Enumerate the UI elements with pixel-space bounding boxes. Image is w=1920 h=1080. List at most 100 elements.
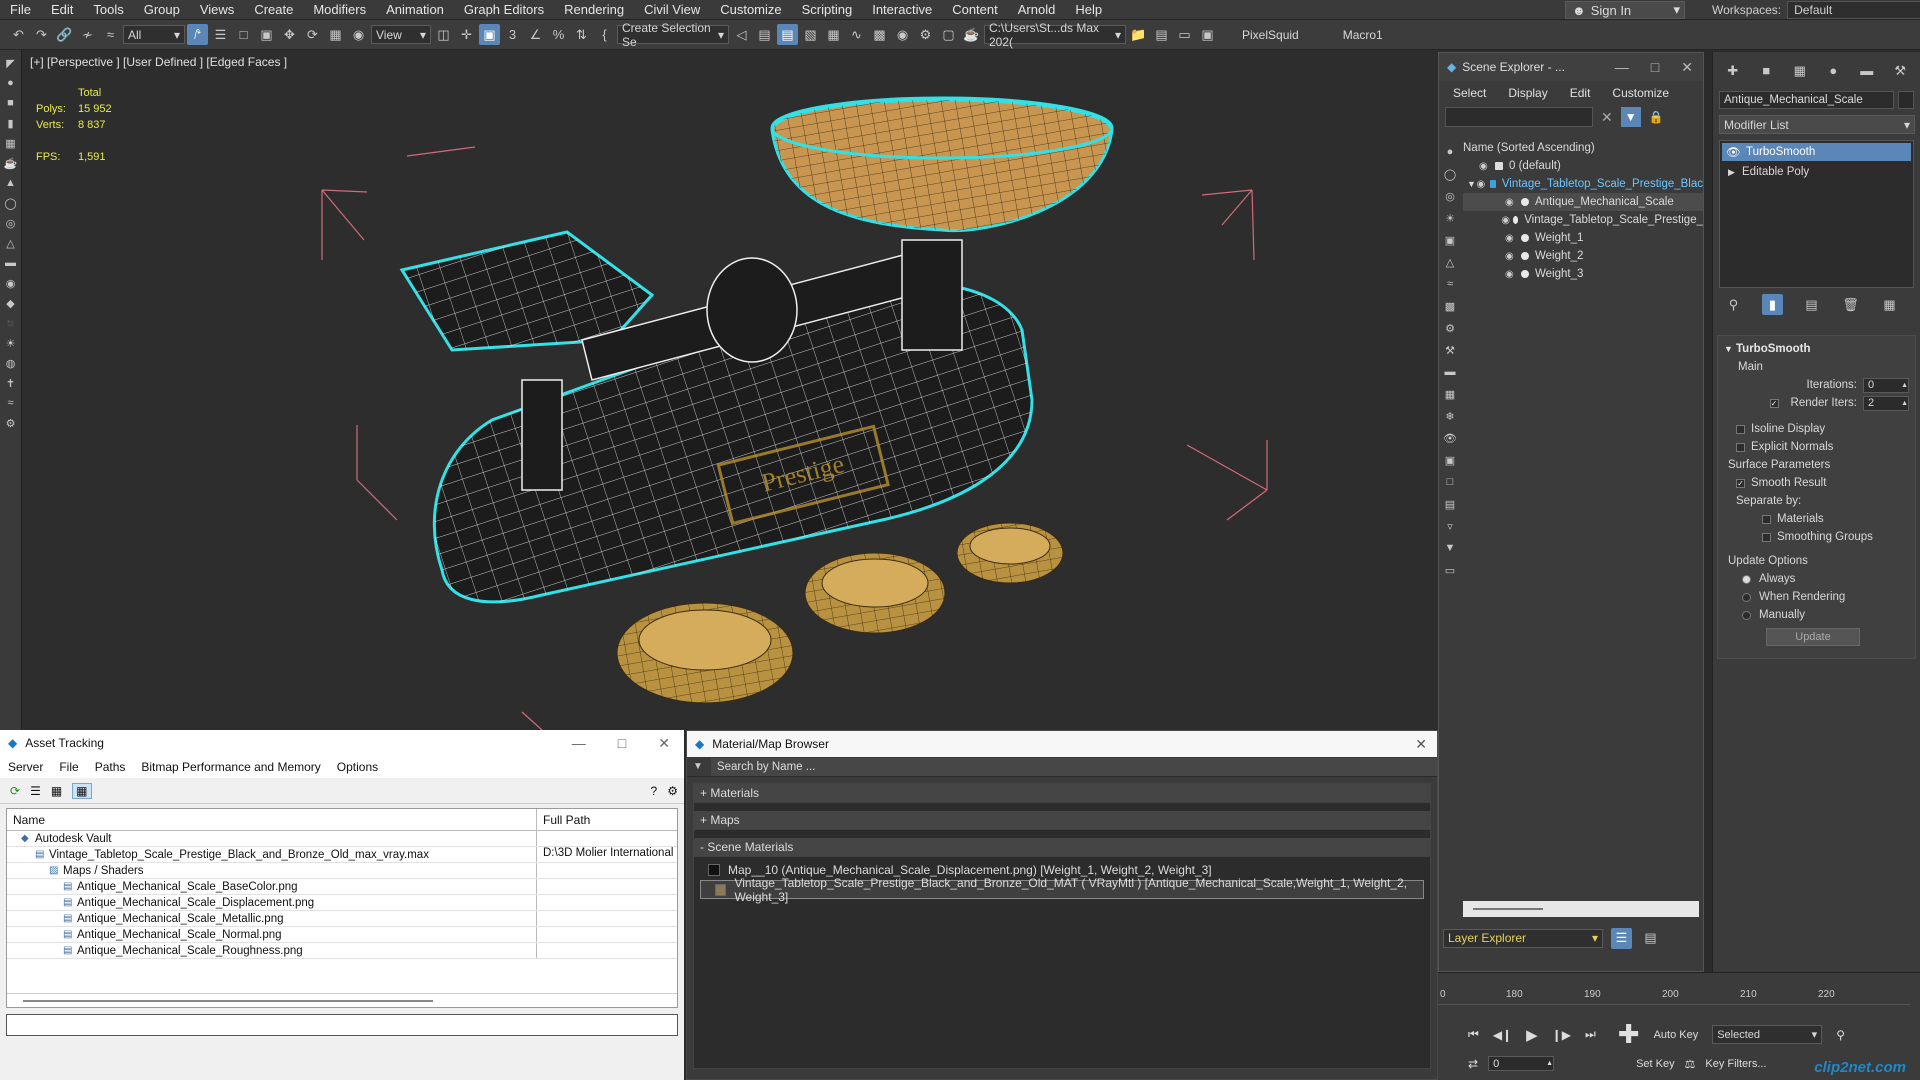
viewport-label[interactable]: [+] [Perspective ] [User Defined ] [Edge… bbox=[30, 55, 287, 69]
lock-icon[interactable]: 🔒 bbox=[1649, 110, 1664, 124]
menu-rendering[interactable]: Rendering bbox=[554, 2, 634, 17]
close-icon[interactable]: ✕ bbox=[1681, 59, 1693, 76]
display-tab-icon[interactable]: ▬ bbox=[1857, 60, 1877, 81]
scene-item[interactable]: ◉ 0 (default) bbox=[1463, 157, 1703, 175]
group-scene-materials[interactable]: - Scene Materials bbox=[694, 838, 1430, 857]
eye-icon[interactable]: ◉ bbox=[1479, 161, 1493, 172]
next-frame-icon[interactable]: ❙▶ bbox=[1552, 1028, 1571, 1042]
angle-snap-icon[interactable]: ∠ bbox=[525, 24, 546, 45]
menu-modifiers[interactable]: Modifiers bbox=[303, 2, 376, 17]
scale-icon[interactable]: ▦ bbox=[325, 24, 346, 45]
remove-modifier-icon[interactable]: 🗑 bbox=[1840, 294, 1861, 315]
auto-key-button[interactable]: Auto Key bbox=[1654, 1029, 1699, 1041]
menu-help[interactable]: Help bbox=[1065, 2, 1112, 17]
named-selection-sets-dropdown[interactable]: Create Selection Se ▾ bbox=[617, 21, 729, 49]
column-header-name[interactable]: Name bbox=[7, 809, 537, 830]
tube-icon[interactable]: ◎ bbox=[4, 216, 18, 230]
expand-icon[interactable]: ▶ bbox=[1728, 167, 1742, 178]
at-menu-bitmap-performance-and-memory[interactable]: Bitmap Performance and Memory bbox=[141, 760, 320, 774]
scene-explorer-scrollbar[interactable] bbox=[1463, 901, 1699, 917]
at-menu-server[interactable]: Server bbox=[8, 760, 43, 774]
select-icon[interactable]: ◤ bbox=[4, 56, 18, 70]
mirror-icon[interactable]: ◁ bbox=[731, 24, 752, 45]
containers-filter-icon[interactable]: ▦ bbox=[1443, 387, 1457, 401]
hidden-filter-icon[interactable]: 👁 bbox=[1443, 431, 1457, 445]
funnel-icon[interactable]: ▿ bbox=[1443, 519, 1457, 533]
goto-start-icon[interactable]: ⏮ bbox=[1468, 1027, 1479, 1042]
filter-icon[interactable]: ▼ bbox=[1620, 107, 1641, 127]
eye-icon[interactable]: ◉ bbox=[1476, 179, 1487, 190]
menu-file[interactable]: File bbox=[0, 2, 41, 17]
explicit-normals-checkbox[interactable] bbox=[1736, 442, 1745, 452]
walk-icon[interactable]: ⚖ bbox=[1685, 1057, 1696, 1071]
eye-icon[interactable]: ◉ bbox=[1501, 215, 1511, 226]
at-menu-options[interactable]: Options bbox=[337, 760, 378, 774]
update-button[interactable]: Update bbox=[1766, 628, 1860, 646]
menu-arnold[interactable]: Arnold bbox=[1008, 2, 1066, 17]
se-menu-select[interactable]: Select bbox=[1453, 86, 1486, 100]
eye-icon[interactable]: ◉ bbox=[1505, 233, 1519, 244]
table-row[interactable]: ◆ Autodesk Vault bbox=[7, 831, 677, 847]
manipulate-icon[interactable]: ✛ bbox=[456, 24, 477, 45]
render-setup-icon[interactable]: ⚙ bbox=[915, 24, 936, 45]
group-maps[interactable]: + Maps bbox=[694, 811, 1430, 830]
column-header-path[interactable]: Full Path bbox=[537, 809, 677, 830]
selection-filter-dropdown[interactable]: All ▾ bbox=[123, 25, 185, 44]
project-path-dropdown[interactable]: C:\Users\St...ds Max 202(▾ bbox=[984, 21, 1126, 49]
goto-end-icon[interactable]: ⏭ bbox=[1585, 1027, 1596, 1042]
menu-content[interactable]: Content bbox=[942, 2, 1008, 17]
show-end-result-icon[interactable]: ▮ bbox=[1762, 294, 1783, 315]
select-object-icon[interactable]: ⭚ bbox=[187, 24, 208, 45]
table-row[interactable]: ▤ Antique_Mechanical_Scale_BaseColor.png bbox=[7, 879, 677, 895]
eye-icon[interactable]: ◉ bbox=[1505, 197, 1519, 208]
camera-icon[interactable]: ◍ bbox=[4, 356, 18, 370]
select-by-name-icon[interactable]: ☰ bbox=[210, 24, 231, 45]
render-iters-checkbox[interactable]: ✓ bbox=[1769, 398, 1779, 408]
edit-named-sets-icon[interactable]: { bbox=[594, 24, 615, 45]
layer-explorer-dropdown[interactable]: Layer Explorer ▾ bbox=[1443, 928, 1603, 948]
grid-icon[interactable]: ▦ bbox=[4, 136, 18, 150]
systems-icon[interactable]: ⚙ bbox=[4, 416, 18, 430]
menu-scripting[interactable]: Scripting bbox=[792, 2, 863, 17]
invert-filter-icon[interactable]: ▤ bbox=[1443, 497, 1457, 511]
geometry-filter-icon[interactable]: ◯ bbox=[1443, 167, 1457, 181]
table-row[interactable]: ▤ Vintage_Tabletop_Scale_Prestige_Black_a… bbox=[7, 847, 677, 863]
undo-icon[interactable]: ↶ bbox=[8, 24, 29, 45]
all-filter-icon[interactable]: ▣ bbox=[1443, 453, 1457, 467]
list-view-icon[interactable]: ☰ bbox=[30, 784, 41, 798]
settings-icon[interactable]: ⚙ bbox=[667, 784, 684, 798]
make-unique-icon[interactable]: ▤ bbox=[1801, 294, 1822, 315]
hedra-icon[interactable]: ◆ bbox=[4, 296, 18, 310]
pixelsquid-button[interactable]: PixelSquid bbox=[1242, 28, 1299, 42]
project-folder-icon[interactable]: 📁 bbox=[1128, 24, 1149, 45]
cone-icon[interactable]: ▲ bbox=[4, 176, 18, 190]
save-project-icon[interactable]: ▤ bbox=[1151, 24, 1172, 45]
rect-select-icon[interactable]: □ bbox=[233, 24, 254, 45]
table-view-icon[interactable]: ▦ bbox=[72, 782, 92, 799]
scene-item[interactable]: ◉ Weight_3 bbox=[1463, 265, 1703, 283]
torus-icon[interactable]: ◯ bbox=[4, 196, 18, 210]
iterations-spinner[interactable]: 0 ▲ bbox=[1863, 377, 1909, 393]
align-icon[interactable]: ▤ bbox=[754, 24, 775, 45]
modifier-list-dropdown[interactable]: Modifier List ▾ bbox=[1719, 115, 1915, 134]
options-icon[interactable]: ▼ bbox=[693, 761, 703, 772]
menu-tools[interactable]: Tools bbox=[83, 2, 133, 17]
sphere-icon[interactable]: ● bbox=[4, 76, 18, 90]
table-row[interactable]: ▨ Maps / Shaders bbox=[7, 863, 677, 879]
percent-snap-icon[interactable]: % bbox=[548, 24, 569, 45]
table-row[interactable]: ▤ Antique_Mechanical_Scale_Metallic.png bbox=[7, 911, 677, 927]
move-icon[interactable]: ✥ bbox=[279, 24, 300, 45]
sign-in-button[interactable]: ☻ Sign In ▾ bbox=[1565, 1, 1685, 19]
snap-3d-icon[interactable]: 3 bbox=[502, 24, 523, 45]
smoothing-groups-checkbox[interactable] bbox=[1762, 532, 1771, 542]
when-rendering-radio[interactable] bbox=[1742, 592, 1751, 602]
at-menu-file[interactable]: File bbox=[59, 760, 78, 774]
hierarchy-icon[interactable]: ▤ bbox=[1640, 928, 1661, 949]
perspective-viewport[interactable]: Prestige [+] [Perspective ] [User Define… bbox=[22, 50, 1438, 730]
object-name-field[interactable]: Antique_Mechanical_Scale bbox=[1719, 91, 1894, 109]
asset-table-scrollbar[interactable] bbox=[7, 993, 677, 1007]
menu-civil-view[interactable]: Civil View bbox=[634, 2, 710, 17]
column-header-name[interactable]: Name (Sorted Ascending) bbox=[1463, 139, 1703, 157]
menu-interactive[interactable]: Interactive bbox=[862, 2, 942, 17]
create-tab-icon[interactable]: ✚ bbox=[1723, 60, 1743, 81]
